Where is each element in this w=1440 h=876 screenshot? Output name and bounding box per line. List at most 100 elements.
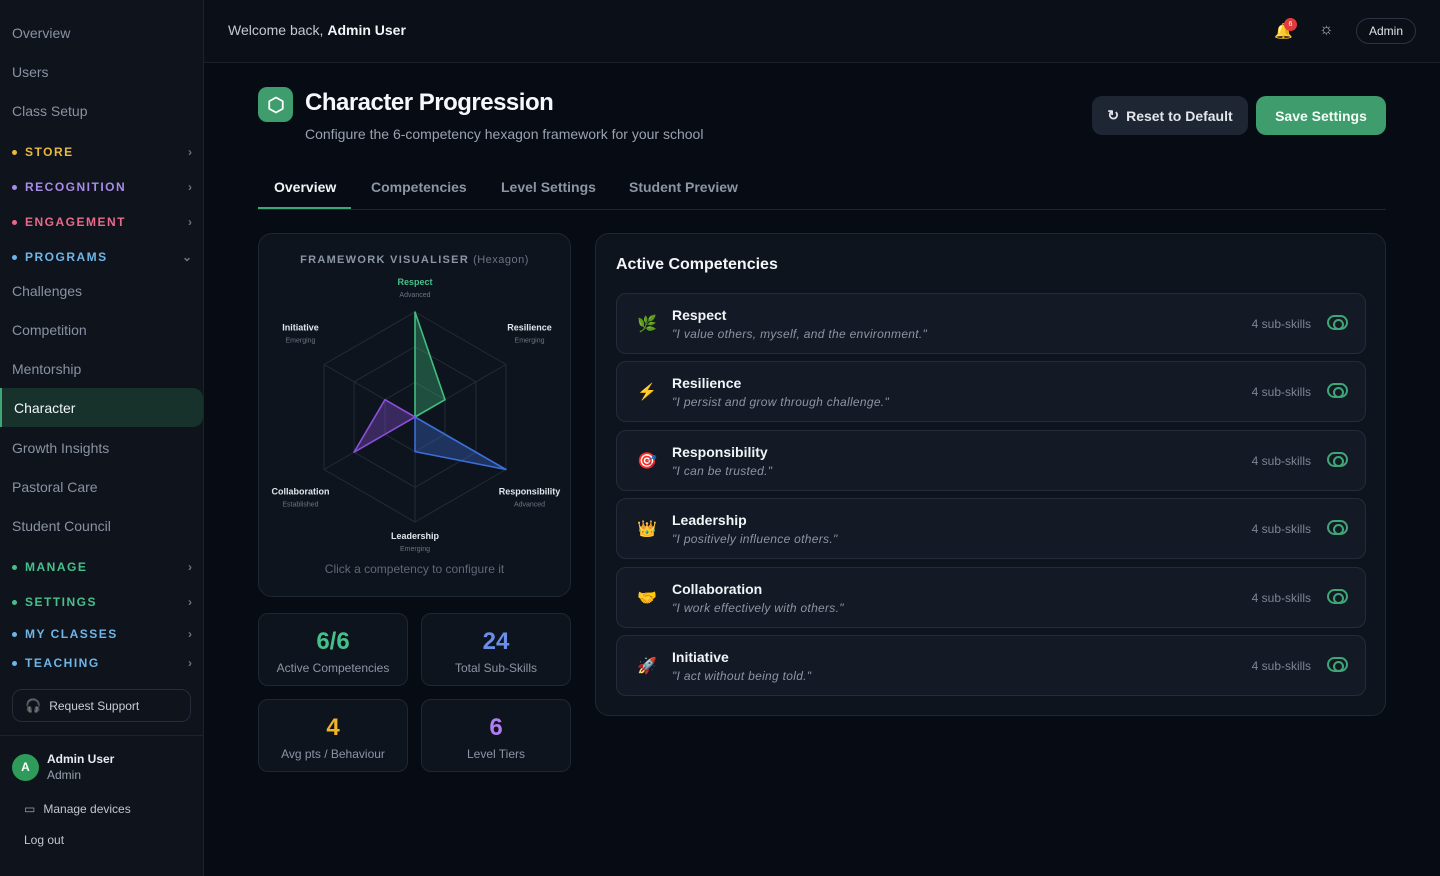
competency-row-collaboration[interactable]: 🤝 Collaboration "I work effectively with…	[616, 567, 1366, 628]
hexagon-chart[interactable]: Respect Advanced Resilience Emerging Respons…	[259, 274, 570, 584]
competency-row-initiative[interactable]: 🚀 Initiative "I act without being told."…	[616, 635, 1366, 696]
sidebar-item-class-setup[interactable]: Class Setup	[0, 91, 203, 130]
request-support-button[interactable]: 🎧 Request Support	[12, 689, 191, 722]
sun-icon: ☼	[1319, 21, 1334, 38]
devices-icon: ▭	[24, 802, 36, 816]
axis-label-resilience: Resilience	[507, 323, 552, 333]
notifications-button[interactable]: 🔔 6	[1274, 18, 1297, 42]
sub-skill-count: 4 sub-skills	[1251, 591, 1311, 605]
chevron-right-icon: ›	[188, 595, 192, 609]
competency-name: Initiative	[672, 649, 729, 665]
visualiser-title-text: FRAMEWORK VISUALISER	[300, 254, 470, 266]
framework-visualiser-panel: FRAMEWORK VISUALISER (Hexagon) Respect Adv…	[258, 233, 571, 597]
stat-card-level-tiers: 6 Level Tiers	[421, 699, 571, 772]
active-tab-indicator	[258, 207, 351, 209]
competency-name: Leadership	[672, 512, 747, 528]
competency-quote: "I work effectively with others."	[672, 601, 844, 615]
axis-label-leadership: Leadership	[391, 531, 440, 541]
competency-name: Responsibility	[672, 444, 768, 460]
role-chip[interactable]: Admin	[1356, 18, 1416, 44]
competency-row-responsibility[interactable]: 🎯 Responsibility "I can be trusted." 4 s…	[616, 430, 1366, 491]
tab-overview[interactable]: Overview	[274, 179, 336, 195]
tab-competencies[interactable]: Competencies	[371, 179, 467, 195]
sidebar-item-student-council[interactable]: Student Council	[0, 506, 203, 545]
sidebar-group-teaching[interactable]: TEACHING ›	[12, 652, 192, 674]
theme-toggle-button[interactable]: ☼	[1319, 21, 1334, 39]
sidebar-group-programs[interactable]: PROGRAMS ⌄	[12, 246, 192, 268]
stat-card-total-sub-skills: 24 Total Sub-Skills	[421, 613, 571, 686]
stat-label: Level Tiers	[466, 747, 526, 761]
competency-quote: "I can be trusted."	[672, 464, 773, 478]
target-icon: 🎯	[637, 453, 657, 470]
user-card: A Admin User Admin	[0, 735, 203, 782]
sidebar-group-store[interactable]: STORE ›	[12, 141, 192, 163]
manage-devices-link[interactable]: ▭ Manage devices	[24, 802, 131, 816]
competency-quote: "I act without being told."	[672, 669, 812, 683]
sidebar-group-recognition[interactable]: RECOGNITION ›	[12, 176, 192, 198]
sidebar-group-engagement[interactable]: ENGAGEMENT ›	[12, 211, 192, 233]
sidebar-group-settings[interactable]: SETTINGS ›	[12, 591, 192, 613]
sidebar-item-label: Challenges	[12, 282, 83, 299]
sidebar-item-growth-insights[interactable]: Growth Insights	[0, 428, 203, 467]
competency-toggle[interactable]	[1327, 315, 1348, 330]
competency-name: Respect	[672, 307, 727, 323]
chevron-down-icon: ⌄	[181, 250, 192, 264]
group-label: PROGRAMS	[25, 250, 108, 264]
axis-level-respect: Advanced	[399, 292, 430, 299]
competency-toggle[interactable]	[1327, 383, 1348, 398]
logout-link[interactable]: Log out	[24, 833, 64, 847]
sidebar-item-label: Growth Insights	[12, 439, 110, 456]
top-bar: Welcome back, Admin User 🔔 6 ☼ Admin	[204, 0, 1440, 63]
sidebar-item-overview[interactable]: Overview	[0, 13, 203, 52]
competency-row-leadership[interactable]: 👑 Leadership "I positively influence oth…	[616, 498, 1366, 559]
competency-toggle[interactable]	[1327, 520, 1348, 535]
sidebar-item-competition[interactable]: Competition	[0, 310, 203, 349]
sector-respect-resilience	[414, 311, 446, 418]
sidebar-group-manage[interactable]: MANAGE ›	[12, 556, 192, 578]
axis-level-resilience: Emerging	[515, 338, 545, 345]
sidebar-item-label: Pastoral Care	[12, 478, 98, 495]
sidebar-item-mentorship[interactable]: Mentorship	[0, 349, 203, 388]
group-dot	[12, 660, 17, 666]
stat-value: 4	[326, 714, 340, 741]
sub-skill-count: 4 sub-skills	[1251, 385, 1311, 399]
save-settings-button[interactable]: Save Settings	[1256, 96, 1386, 135]
competency-quote: "I value others, myself, and the environ…	[672, 327, 928, 341]
group-dot	[12, 184, 17, 190]
competency-toggle[interactable]	[1327, 589, 1348, 604]
stat-value: 6	[489, 714, 503, 741]
hexagon-icon	[258, 87, 293, 122]
competency-toggle[interactable]	[1327, 452, 1348, 467]
reset-to-default-button[interactable]: ↻ Reset to Default	[1092, 96, 1248, 135]
sidebar-item-label: Mentorship	[12, 360, 82, 377]
competency-toggle[interactable]	[1327, 657, 1348, 672]
competency-row-respect[interactable]: 🌿 Respect "I value others, myself, and t…	[616, 293, 1366, 354]
axis-label-responsibility: Responsibility	[499, 487, 561, 497]
competency-row-resilience[interactable]: ⚡ Resilience "I persist and grow through…	[616, 361, 1366, 422]
stat-value: 6/6	[316, 628, 350, 655]
visualiser-hint: Click a competency to configure it	[324, 562, 505, 576]
sidebar-item-label: Overview	[12, 24, 71, 41]
group-dot	[12, 599, 17, 605]
sidebar-item-challenges[interactable]: Challenges	[0, 271, 203, 310]
sidebar-item-users[interactable]: Users	[0, 52, 203, 91]
group-dot	[12, 254, 17, 260]
user-role: Admin	[47, 768, 82, 782]
tab-student-preview[interactable]: Student Preview	[629, 179, 738, 195]
handshake-icon: 🤝	[637, 590, 657, 607]
chevron-right-icon: ›	[188, 627, 192, 641]
leaf-icon: 🌿	[637, 316, 657, 333]
group-dot	[12, 149, 17, 155]
sidebar-item-label: Users	[12, 63, 49, 80]
sidebar-item-pastoral-care[interactable]: Pastoral Care	[0, 467, 203, 506]
tab-level-settings[interactable]: Level Settings	[501, 179, 596, 195]
active-competencies-panel: Active Competencies 🌿 Respect "I value o…	[595, 233, 1386, 716]
stat-card-active-competencies: 6/6 Active Competencies	[258, 613, 408, 686]
chevron-right-icon: ›	[188, 180, 192, 194]
sidebar-group-my-classes[interactable]: MY CLASSES ›	[12, 623, 192, 645]
reset-label: Reset to Default	[1126, 107, 1233, 124]
sub-skill-count: 4 sub-skills	[1251, 454, 1311, 468]
group-label: MY CLASSES	[25, 627, 118, 641]
sidebar-item-character[interactable]: Character	[0, 388, 203, 427]
competency-quote: "I persist and grow through challenge."	[672, 395, 890, 409]
